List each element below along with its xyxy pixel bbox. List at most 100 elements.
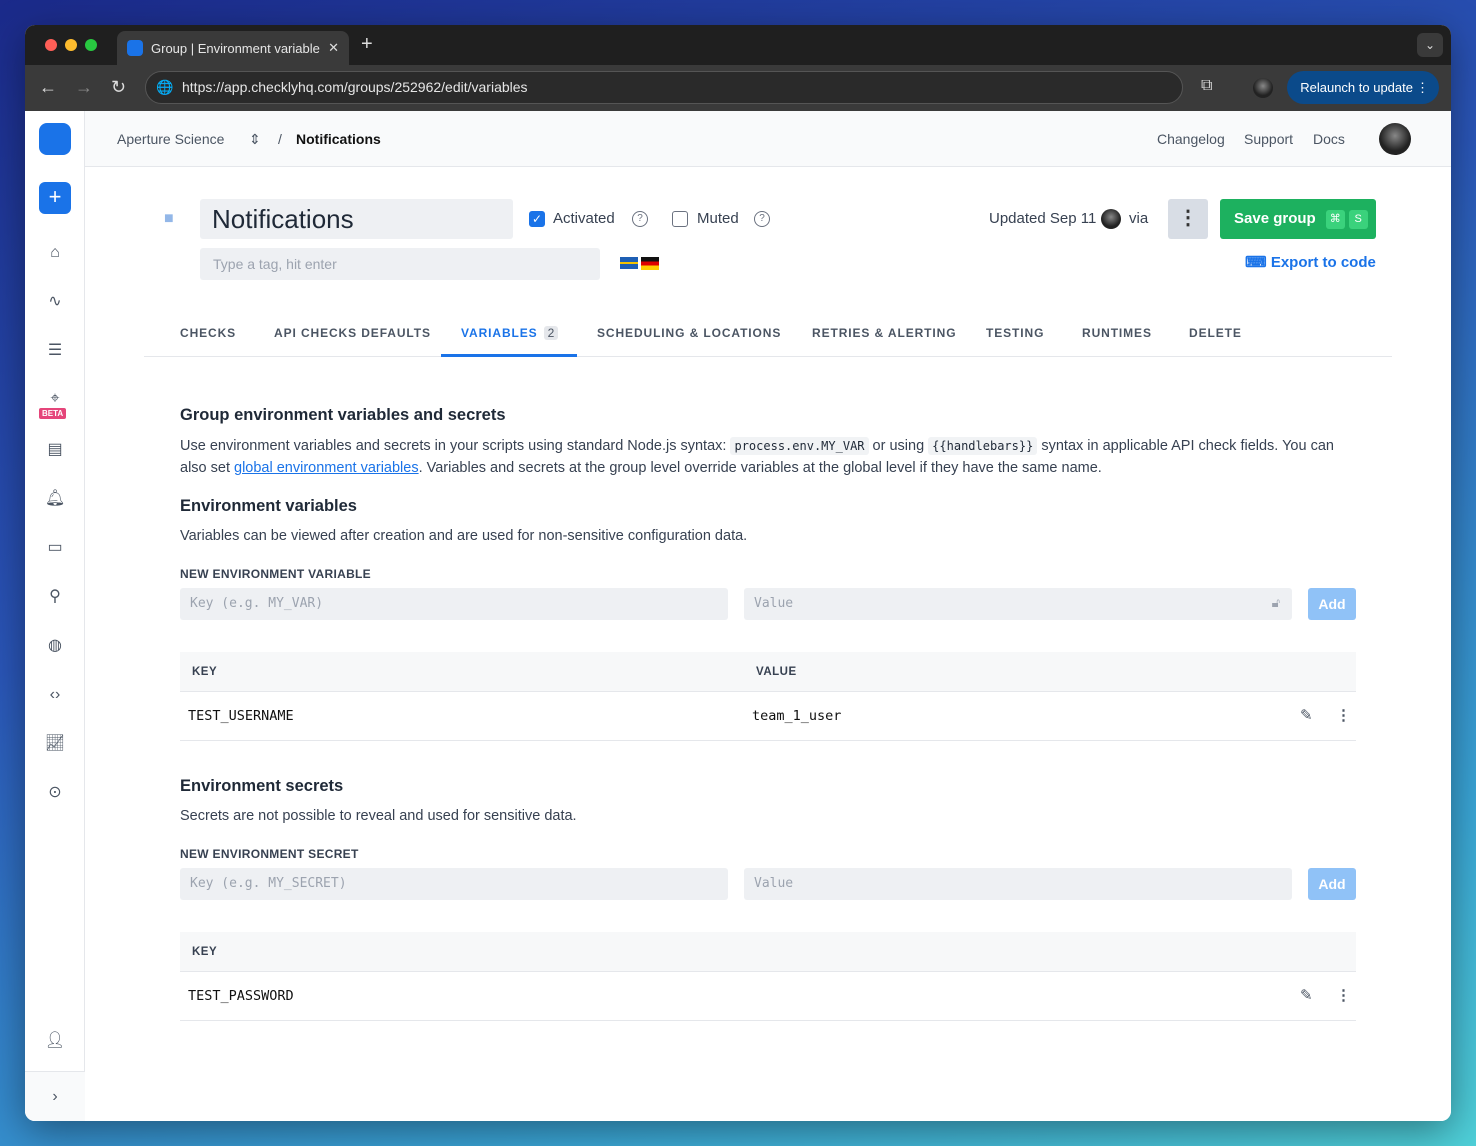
new-env-var-label: NEW ENVIRONMENT VARIABLE: [180, 567, 371, 581]
relaunch-button[interactable]: Relaunch to update ⋮: [1287, 71, 1439, 104]
secret-value-input[interactable]: Value: [744, 868, 1292, 900]
breadcrumb-separator: /: [278, 131, 282, 147]
close-window-button[interactable]: [45, 39, 57, 51]
sidebar: + ⌂ ∿ ☰ ⌖ BETA ▤ 🔔︎ ▭ ⚲ ◍ ‹› 📈︎ ⊙ 👤︎ ›: [25, 111, 85, 1121]
activated-label: Activated: [553, 210, 615, 227]
var-key: TEST_USERNAME: [188, 708, 294, 724]
variables-count-badge: 2: [543, 326, 559, 340]
tab-runtimes[interactable]: RUNTIMES: [1082, 326, 1152, 340]
section-title: Group environment variables and secrets: [180, 406, 506, 424]
section-description: Use environment variables and secrets in…: [180, 437, 1334, 476]
group-name-input[interactable]: Notifications: [200, 199, 513, 239]
checkly-logo[interactable]: [39, 123, 71, 155]
support-link[interactable]: Support: [1244, 131, 1293, 147]
maximize-window-button[interactable]: [85, 39, 97, 51]
address-bar[interactable]: 🌐 https://app.checklyhq.com/groups/252962…: [145, 71, 1183, 104]
bell-icon[interactable]: 🔔︎: [43, 487, 67, 511]
tab-api-checks-defaults[interactable]: API CHECKS DEFAULTS: [274, 326, 431, 340]
profile-avatar[interactable]: [1253, 78, 1273, 98]
activated-checkbox[interactable]: ✓: [529, 211, 545, 227]
folder-icon: ■: [164, 210, 174, 227]
location-pin-icon[interactable]: ⊙: [43, 781, 67, 805]
extensions-icon[interactable]: ⧉: [1201, 77, 1212, 95]
secret-key: TEST_PASSWORD: [188, 988, 294, 1004]
invite-user-icon[interactable]: 👤︎: [43, 1029, 67, 1053]
more-options-button[interactable]: ⋮: [1168, 199, 1208, 239]
forward-icon[interactable]: →: [75, 77, 93, 98]
code-handlebars: {{handlebars}}: [928, 437, 1038, 455]
tab-checks[interactable]: CHECKS: [180, 326, 236, 340]
help-icon[interactable]: ?: [754, 211, 770, 227]
muted-checkbox[interactable]: [672, 211, 688, 227]
row-menu-icon[interactable]: ⋮: [1336, 986, 1351, 1004]
tab-variables[interactable]: VARIABLES 2: [461, 326, 559, 340]
reload-icon[interactable]: ↻: [111, 77, 126, 98]
env-var-value-input[interactable]: Value 🔓︎: [744, 588, 1292, 620]
site-info-icon: 🌐: [156, 79, 174, 95]
help-icon[interactable]: ?: [632, 211, 648, 227]
tab-search-chevron-icon[interactable]: ⌄: [1417, 33, 1443, 57]
home-icon[interactable]: ⌂: [43, 241, 67, 265]
integrations-icon[interactable]: ⚲: [43, 585, 67, 609]
env-var-key-input[interactable]: Key (e.g. MY_VAR): [180, 588, 728, 620]
tab-title: Group | Environment variables: [151, 40, 321, 56]
url-text: https://app.checklyhq.com/groups/252962/…: [182, 79, 528, 95]
breadcrumb-current: Notifications: [296, 131, 381, 147]
tab-retries-alerting[interactable]: RETRIES & ALERTING: [812, 326, 956, 340]
add-secret-button[interactable]: Add: [1308, 868, 1356, 900]
col-value: VALUE: [756, 666, 797, 678]
create-new-button[interactable]: +: [39, 182, 71, 214]
edit-pencil-icon[interactable]: ✎: [1300, 706, 1313, 724]
secret-key-input[interactable]: Key (e.g. MY_SECRET): [180, 868, 728, 900]
docs-link[interactable]: Docs: [1313, 131, 1345, 147]
env-vars-description: Variables can be viewed after creation a…: [180, 528, 748, 544]
cmd-key-icon: ⌘: [1325, 209, 1345, 229]
tag-input[interactable]: Type a tag, hit enter: [200, 248, 600, 280]
updated-text: Updated Sep 11: [989, 210, 1097, 227]
add-env-var-button[interactable]: Add: [1308, 588, 1356, 620]
menu-dots-icon: ⋮: [1416, 80, 1429, 95]
export-to-code-button[interactable]: ⌨︎ Export to code: [1245, 253, 1376, 271]
close-tab-icon[interactable]: ✕: [328, 40, 339, 56]
row-menu-icon[interactable]: ⋮: [1336, 706, 1351, 724]
monitor-icon[interactable]: ▭: [43, 536, 67, 560]
chart-icon[interactable]: 📈︎: [43, 732, 67, 756]
tab-testing[interactable]: TESTING: [986, 326, 1044, 340]
active-tab-indicator: [441, 354, 577, 357]
secrets-table-header: KEY: [180, 932, 1356, 972]
chevron-updown-icon[interactable]: ⇕: [249, 131, 261, 148]
save-group-button[interactable]: Save group ⌘ S: [1220, 199, 1376, 239]
unlock-icon[interactable]: 🔓︎: [1272, 588, 1280, 620]
checkly-favicon-icon: [127, 40, 143, 56]
minimize-window-button[interactable]: [65, 39, 77, 51]
tab-nav: CHECKS API CHECKS DEFAULTS VARIABLES 2 SC…: [144, 313, 1392, 357]
new-tab-icon[interactable]: +: [361, 33, 373, 56]
table-row: TEST_USERNAME team_1_user ✎ ⋮: [180, 692, 1356, 741]
code-icon[interactable]: ‹›: [43, 683, 67, 707]
browser-tab[interactable]: Group | Environment variables ✕: [117, 31, 349, 65]
secrets-description: Secrets are not possible to reveal and u…: [180, 808, 577, 824]
user-avatar[interactable]: [1379, 123, 1411, 155]
back-icon[interactable]: ←: [39, 77, 57, 98]
s-key: S: [1348, 209, 1368, 229]
activity-icon[interactable]: ∿: [43, 290, 67, 314]
col-key: KEY: [192, 666, 218, 678]
terminal-icon: ⌨︎: [1245, 254, 1271, 271]
browser-window: Group | Environment variables ✕ + ⌄ ← → …: [25, 25, 1451, 1121]
expand-sidebar-chevron-icon[interactable]: ›: [25, 1071, 85, 1121]
tab-delete[interactable]: DELETE: [1189, 326, 1242, 340]
tab-scheduling-locations[interactable]: SCHEDULING & LOCATIONS: [597, 326, 781, 340]
main-content: Aperture Science ⇕ / Notifications Chang…: [85, 111, 1451, 1121]
global-env-vars-link[interactable]: global environment variables: [234, 460, 419, 476]
code-process-env: process.env.MY_VAR: [730, 437, 869, 455]
checklist-icon[interactable]: ☰: [43, 339, 67, 363]
beta-badge: BETA: [39, 408, 67, 419]
muted-label: Muted: [697, 210, 739, 227]
env-vars-table-header: KEY VALUE: [180, 652, 1356, 692]
changelog-link[interactable]: Changelog: [1157, 131, 1225, 147]
edit-pencil-icon[interactable]: ✎: [1300, 986, 1313, 1004]
new-secret-label: NEW ENVIRONMENT SECRET: [180, 847, 359, 861]
test-sessions-icon[interactable]: ▤: [43, 438, 67, 462]
globe-icon[interactable]: ◍: [43, 634, 67, 658]
org-switcher[interactable]: Aperture Science: [117, 131, 224, 147]
